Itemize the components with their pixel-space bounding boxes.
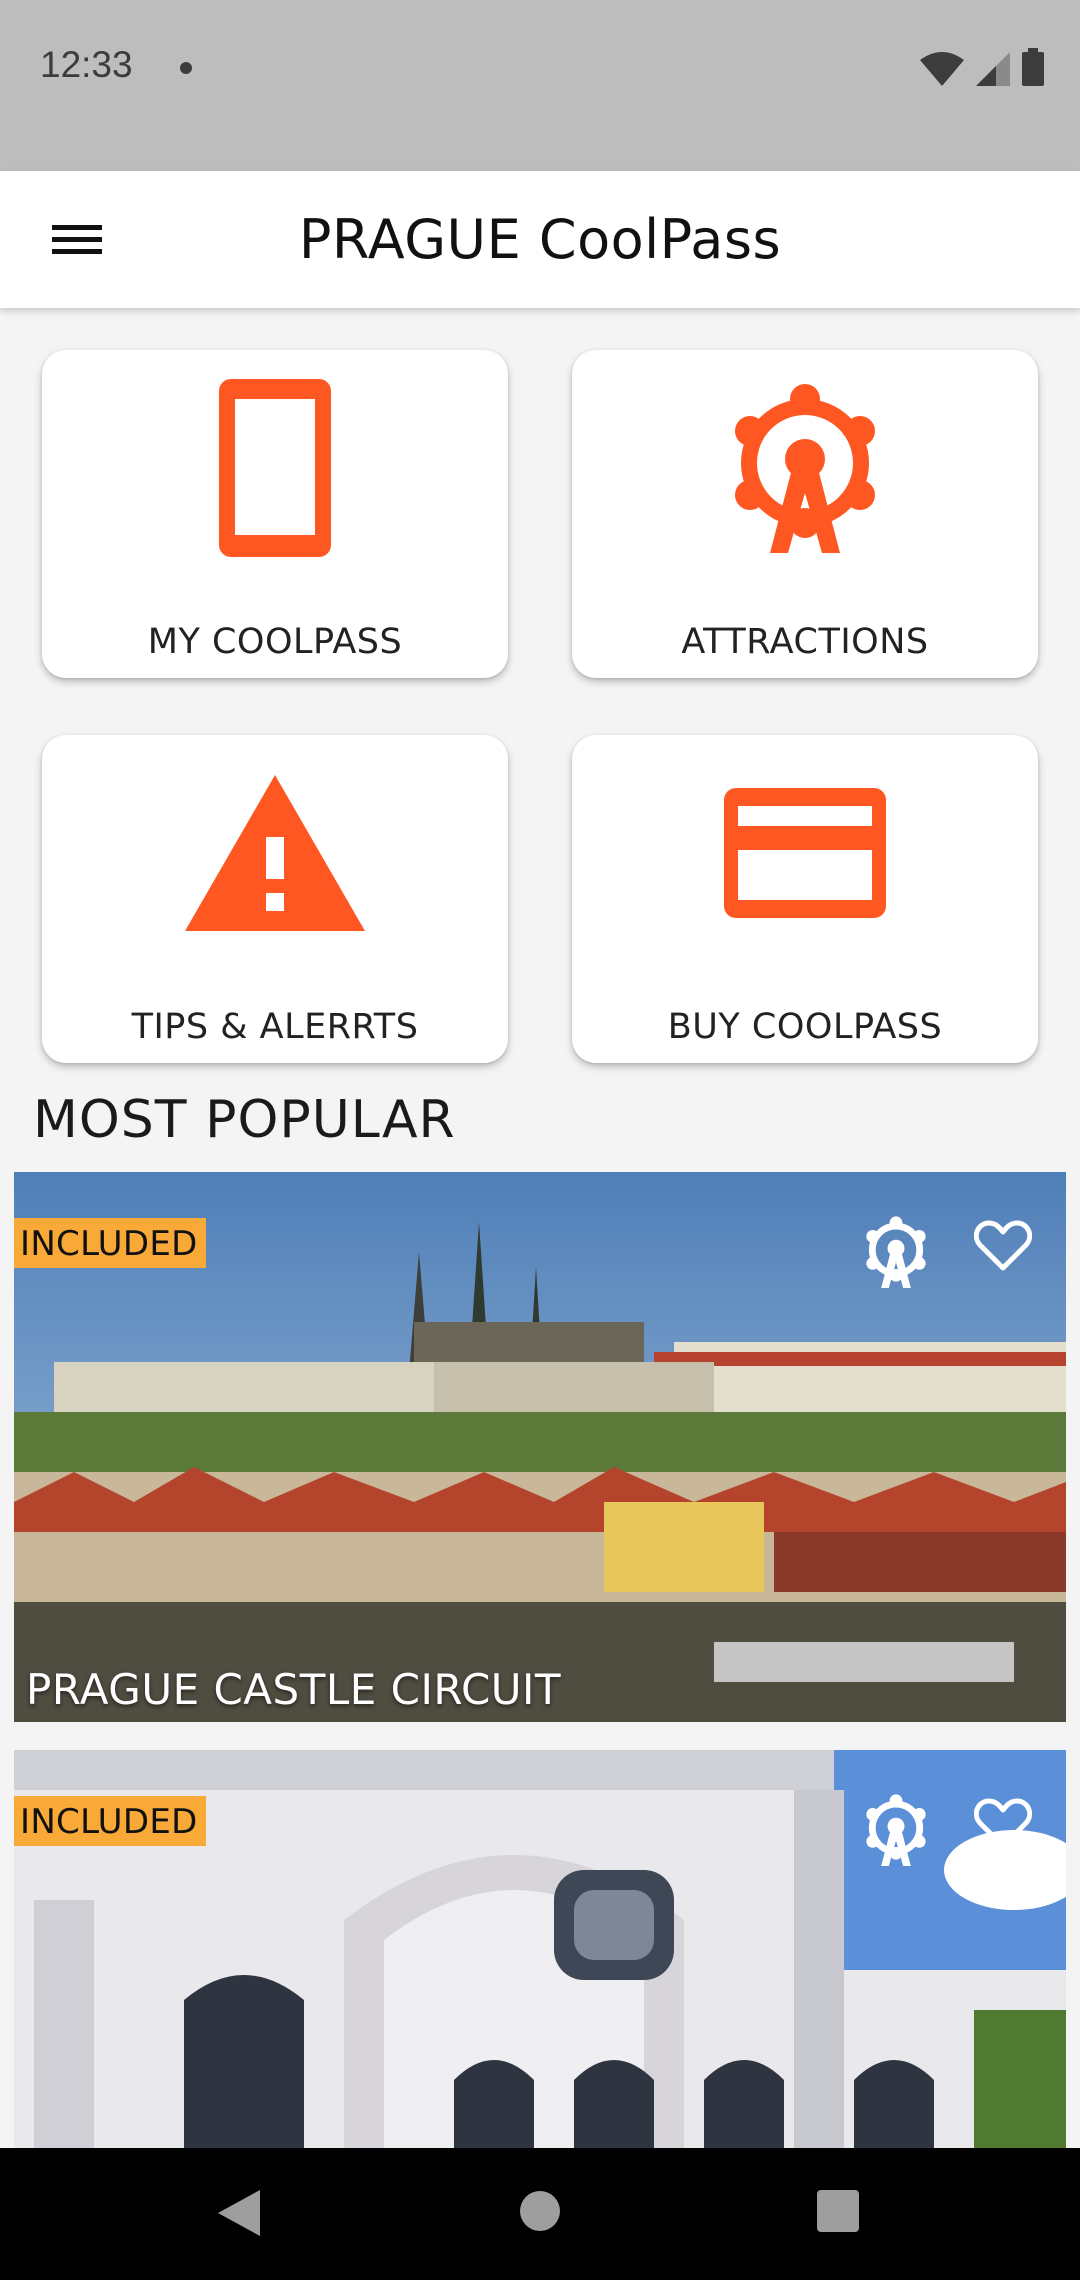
tile-label: MY COOLPASS	[147, 622, 403, 662]
tile-attractions[interactable]: ATTRACTIONS	[572, 350, 1038, 678]
notification-dot-icon	[180, 62, 192, 74]
ferris-wheel-icon	[735, 384, 875, 553]
tile-buy-coolpass[interactable]: BUY COOLPASS	[572, 735, 1038, 1063]
warning-icon	[185, 775, 365, 931]
hamburger-menu-icon[interactable]	[40, 211, 116, 267]
attraction-type-icon[interactable]	[864, 1794, 928, 1866]
battery-icon	[1022, 48, 1044, 86]
app-bar: PRAGUE CoolPass	[0, 171, 1080, 308]
credit-card-icon	[724, 788, 886, 918]
tile-label: ATTRACTIONS	[681, 622, 929, 662]
favorite-heart-icon[interactable]	[974, 1220, 1032, 1272]
app-title: PRAGUE CoolPass	[298, 208, 782, 271]
back-icon[interactable]	[218, 2190, 260, 2236]
recents-icon[interactable]	[817, 2190, 859, 2232]
included-badge: INCLUDED	[14, 1796, 206, 1846]
cell-signal-icon	[976, 52, 1010, 86]
status-bar: 12:33	[0, 0, 1080, 171]
tile-label: BUY COOLPASS	[667, 1007, 943, 1047]
system-nav-bar	[0, 2148, 1080, 2280]
status-time: 12:33	[40, 44, 133, 85]
home-icon[interactable]	[519, 2190, 561, 2232]
tile-label: TIPS & ALERRTS	[131, 1007, 419, 1047]
tile-my-coolpass[interactable]: MY COOLPASS	[42, 350, 508, 678]
section-title: MOST POPULAR	[33, 1090, 456, 1150]
attraction-type-icon[interactable]	[864, 1216, 928, 1288]
attraction-card[interactable]: INCLUDED PRAGUE CASTLE CIRCUIT	[14, 1172, 1066, 1722]
favorite-heart-icon[interactable]	[974, 1798, 1032, 1850]
tile-tips-alerts[interactable]: TIPS & ALERRTS	[42, 735, 508, 1063]
phone-icon	[219, 379, 331, 557]
card-title: PRAGUE CASTLE CIRCUIT	[26, 1665, 562, 1714]
wifi-icon	[920, 52, 964, 86]
attraction-card[interactable]: INCLUDED	[14, 1750, 1066, 2148]
status-icons	[920, 48, 1044, 86]
included-badge: INCLUDED	[14, 1218, 206, 1268]
